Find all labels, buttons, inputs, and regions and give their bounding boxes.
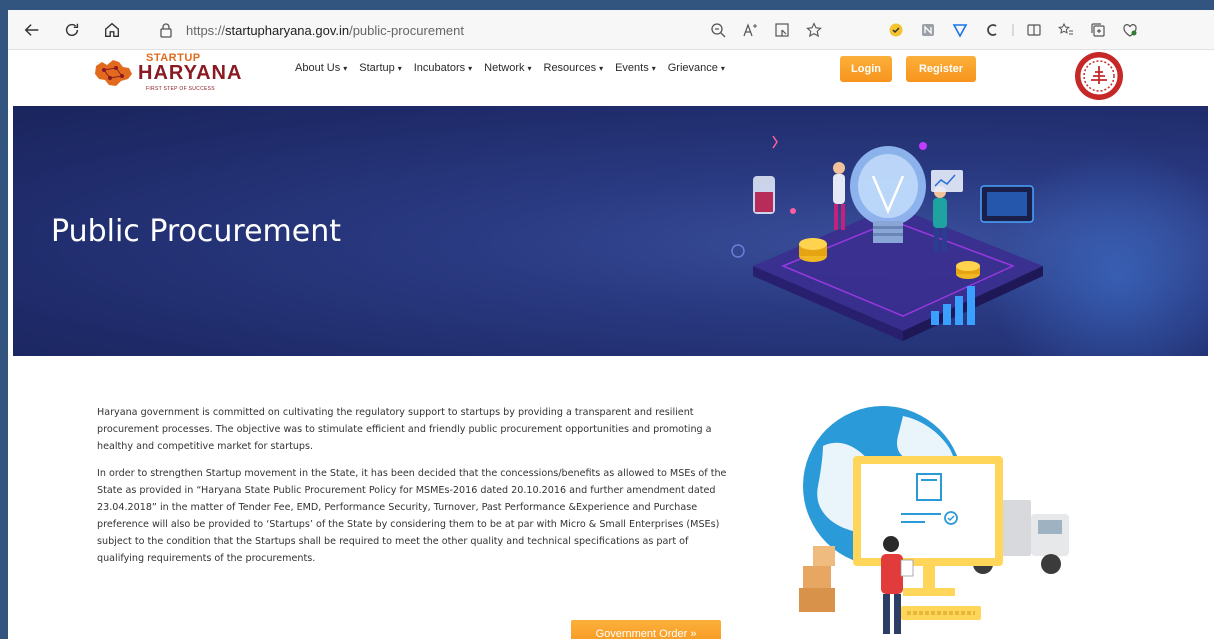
divider-icon (1008, 16, 1018, 44)
zoom-out-icon[interactable] (702, 16, 734, 44)
policy-paragraph: In order to strengthen Startup movement … (97, 468, 727, 564)
collections-icon[interactable] (1082, 16, 1114, 44)
hero-banner: Public Procurement (13, 106, 1208, 356)
url-prefix: https:// (186, 22, 226, 38)
browser-essentials-icon[interactable] (1114, 16, 1146, 44)
home-icon[interactable] (96, 14, 128, 46)
caret-down-icon: ▾ (468, 63, 473, 73)
government-order-button[interactable]: Government Order » (571, 620, 721, 639)
url-host: startupharyana.gov.in (225, 22, 350, 38)
refresh-icon[interactable] (56, 14, 88, 46)
browser-toolbar: https://startupharyana.gov.in/public-pro… (8, 10, 1214, 50)
innovation-lightbulb-illustration (731, 135, 1043, 341)
caret-down-icon: ▾ (527, 63, 532, 73)
startup-haryana-logo[interactable]: STARTUP HARYANA FIRST STEP OF SUCCESS (92, 52, 242, 96)
site-header: STARTUP HARYANA FIRST STEP OF SUCCESS Ab… (8, 50, 1214, 106)
logo-main-text: HARYANA (138, 62, 243, 84)
nav-label: Events (615, 62, 649, 74)
intro-paragraph: Haryana government is committed on culti… (97, 407, 712, 452)
favorites-list-icon[interactable] (1050, 16, 1082, 44)
haryana-government-emblem-icon[interactable] (1073, 50, 1125, 102)
nav-startup[interactable]: Startup ▾ (359, 62, 401, 74)
immersive-reader-icon[interactable] (766, 16, 798, 44)
back-arrow-icon[interactable] (16, 14, 48, 46)
caret-down-icon: ▾ (343, 63, 348, 73)
nav-label: Resources (543, 62, 597, 74)
read-aloud-icon[interactable] (734, 16, 766, 44)
nav-label: Incubators (413, 62, 466, 74)
content-section: Haryana government is committed on culti… (13, 356, 1208, 639)
address-bar-actions (702, 16, 830, 44)
nav-label: Network (484, 62, 525, 74)
nav-about-us[interactable]: About Us ▾ (295, 62, 347, 74)
extension-c-icon[interactable] (976, 16, 1008, 44)
login-button[interactable]: Login (840, 56, 892, 82)
procurement-illustration (799, 406, 1069, 634)
nav-resources[interactable]: Resources ▾ (544, 62, 604, 74)
main-navigation: About Us ▾ Startup ▾ Incubators ▾ Network ▾ … (295, 62, 725, 74)
nav-label: Grievance (667, 62, 718, 74)
extension-icons (880, 16, 1146, 44)
lock-icon (160, 23, 172, 38)
url-path: /public-procurement (349, 22, 464, 38)
page-title: Public Procurement (51, 214, 342, 249)
browser-window: https://startupharyana.gov.in/public-pro… (8, 10, 1214, 639)
nav-label: About Us (295, 62, 341, 74)
split-screen-icon[interactable] (1018, 16, 1050, 44)
caret-down-icon: ▾ (720, 63, 725, 73)
caret-down-icon: ▾ (651, 63, 656, 73)
nav-incubators[interactable]: Incubators ▾ (414, 62, 472, 74)
caret-down-icon: ▾ (397, 63, 402, 73)
nav-grievance[interactable]: Grievance ▾ (668, 62, 725, 74)
nav-network[interactable]: Network ▾ (484, 62, 531, 74)
extension-check-icon[interactable] (880, 16, 912, 44)
favorite-star-icon[interactable] (798, 16, 830, 44)
haryana-map-icon (95, 60, 132, 86)
logo-tagline: FIRST STEP OF SUCCESS (146, 86, 215, 92)
nav-events[interactable]: Events ▾ (615, 62, 656, 74)
extension-n-icon[interactable] (912, 16, 944, 44)
caret-down-icon: ▾ (599, 63, 604, 73)
url-text: https://startupharyana.gov.in/public-pro… (186, 23, 464, 38)
nav-label: Startup (359, 62, 395, 74)
register-button[interactable]: Register (906, 56, 976, 82)
extension-shield-icon[interactable] (944, 16, 976, 44)
